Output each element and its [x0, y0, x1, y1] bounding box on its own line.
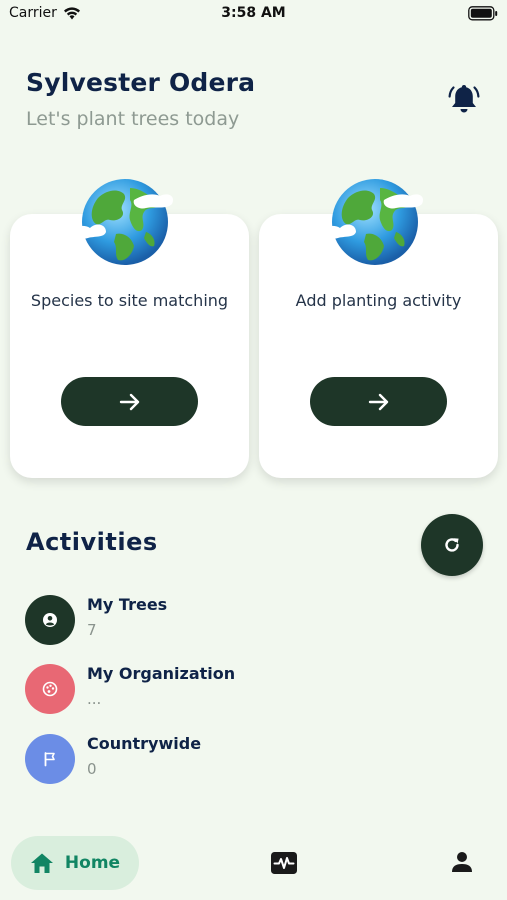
notification-bell-icon[interactable] [447, 82, 481, 116]
user-name: Sylvester Odera [26, 68, 256, 97]
bottom-navigation: Home [0, 830, 507, 900]
activity-name: My Organization [87, 664, 236, 683]
activity-my-organization[interactable]: My Organization ... [25, 664, 465, 716]
status-time: 3:58 AM [221, 5, 286, 21]
refresh-button[interactable] [421, 514, 483, 576]
battery-icon [468, 6, 498, 21]
user-circle-icon [43, 613, 57, 627]
status-bar: Carrier 3:58 AM [0, 0, 507, 30]
activity-value: 0 [87, 760, 97, 778]
activity-name: Countrywide [87, 734, 202, 753]
arrow-right-icon [119, 393, 139, 410]
activity-value: ... [87, 690, 102, 708]
my-trees-avatar [25, 595, 75, 645]
nav-home-label: Home [64, 853, 121, 873]
greeting-subtitle: Let's plant trees today [26, 108, 240, 130]
palette-icon [42, 681, 58, 697]
refresh-icon [445, 538, 459, 552]
globe-icon [70, 179, 174, 265]
arrow-right-icon [368, 393, 388, 410]
flag-icon [44, 752, 55, 767]
globe-icon [320, 179, 424, 265]
card-label: Add planting activity [295, 291, 462, 310]
activity-name: My Trees [87, 595, 168, 614]
countrywide-avatar [25, 734, 75, 784]
activity-countrywide[interactable]: Countrywide 0 [25, 734, 465, 786]
card-label: Species to site matching [30, 291, 229, 310]
activities-title: Activities [26, 528, 158, 556]
my-organization-avatar [25, 664, 75, 714]
profile-icon[interactable] [451, 851, 473, 873]
species-site-matching-button[interactable] [61, 377, 198, 426]
activity-icon[interactable] [271, 852, 297, 874]
add-planting-activity-button[interactable] [310, 377, 447, 426]
activity-value: 7 [87, 621, 97, 639]
nav-home-tab[interactable]: Home [11, 836, 139, 890]
home-icon [30, 853, 53, 873]
activity-my-trees[interactable]: My Trees 7 [25, 595, 465, 647]
